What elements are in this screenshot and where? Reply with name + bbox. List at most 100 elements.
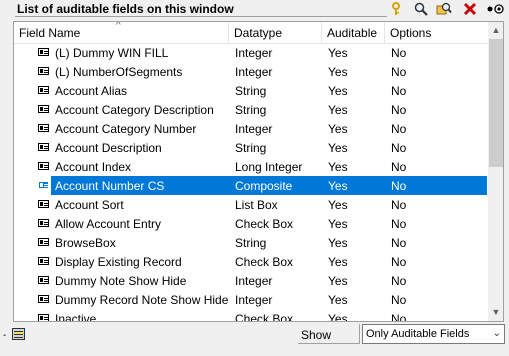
datatype-cell: Integer bbox=[235, 65, 273, 79]
options-cell: No bbox=[391, 103, 407, 117]
column-field-name[interactable]: Field Name bbox=[19, 26, 80, 40]
auditable-fields-list[interactable]: ^ Field Name Datatype Auditable Options … bbox=[13, 21, 504, 322]
window-title: List of auditable fields on this window bbox=[17, 2, 234, 16]
scrollbar-thumb[interactable] bbox=[489, 39, 503, 167]
field-name-cell: Account Category Number bbox=[55, 122, 197, 136]
datatype-cell: Check Box bbox=[235, 255, 294, 269]
field-type-icon bbox=[38, 314, 49, 321]
field-name-cell: Account Index bbox=[55, 160, 132, 174]
datatype-cell: String bbox=[235, 236, 267, 250]
options-cell: No bbox=[391, 160, 407, 174]
options-cell: No bbox=[391, 312, 407, 322]
auditable-cell: Yes bbox=[328, 65, 348, 79]
table-row[interactable]: Account Category Description String Yes No bbox=[14, 100, 488, 119]
options-cell: No bbox=[391, 217, 407, 231]
footer-bar: - Show Only Auditable Fields ⌄ bbox=[0, 322, 509, 356]
field-type-icon bbox=[38, 295, 49, 303]
table-row[interactable]: Allow Account Entry Check Box Yes No bbox=[14, 214, 488, 233]
field-name-cell: Dummy Record Note Show Hide bbox=[55, 293, 229, 307]
magnifier-icon[interactable] bbox=[414, 2, 428, 16]
sort-ascending-icon: ^ bbox=[116, 21, 121, 31]
options-cell: No bbox=[391, 65, 407, 79]
field-rows: (L) Dummy WIN FILL Integer Yes No (L) Number… bbox=[14, 43, 488, 322]
table-row[interactable]: Account Description String Yes No bbox=[14, 138, 488, 157]
field-name-cell: Inactive bbox=[55, 312, 97, 322]
options-cell: No bbox=[391, 274, 407, 288]
scroll-down-icon[interactable]: ▼ bbox=[488, 304, 503, 321]
field-type-icon bbox=[38, 200, 49, 208]
field-name-cell: Account Category Description bbox=[55, 103, 214, 117]
auditable-cell: Yes bbox=[328, 141, 348, 155]
column-options[interactable]: Options bbox=[390, 26, 431, 40]
auditable-cell: Yes bbox=[328, 236, 348, 250]
table-row[interactable]: Account Alias String Yes No bbox=[14, 81, 488, 100]
column-divider[interactable] bbox=[384, 22, 385, 43]
datatype-cell: Integer bbox=[235, 274, 273, 288]
datatype-cell: Check Box bbox=[235, 217, 294, 231]
list-icon[interactable] bbox=[12, 328, 25, 340]
datatype-cell: Integer bbox=[235, 122, 273, 136]
field-type-icon bbox=[38, 219, 49, 227]
table-row[interactable]: Inactive Check Box Yes No bbox=[14, 309, 488, 322]
auditable-cell: Yes bbox=[328, 217, 348, 231]
field-name-cell: Display Existing Record bbox=[55, 255, 182, 269]
show-filter-select[interactable]: Only Auditable Fields ⌄ bbox=[362, 324, 505, 344]
auditable-cell: Yes bbox=[328, 122, 348, 136]
table-row[interactable]: BrowseBox String Yes No bbox=[14, 233, 488, 252]
delete-icon[interactable] bbox=[463, 2, 477, 16]
field-name-cell: Account Alias bbox=[55, 84, 128, 98]
field-type-icon bbox=[38, 276, 49, 284]
options-cell: No bbox=[391, 84, 407, 98]
field-type-icon bbox=[38, 105, 49, 113]
options-cell: No bbox=[391, 293, 407, 307]
auditable-cell: Yes bbox=[328, 312, 348, 322]
auditable-cell: Yes bbox=[328, 179, 348, 193]
table-row[interactable]: Dummy Note Show Hide Integer Yes No bbox=[14, 271, 488, 290]
show-label: Show bbox=[301, 328, 332, 342]
field-name-cell: Allow Account Entry bbox=[55, 217, 162, 231]
datatype-cell: String bbox=[235, 84, 267, 98]
table-row[interactable]: Dummy Record Note Show Hide Integer Yes No bbox=[14, 290, 488, 309]
column-auditable[interactable]: Auditable bbox=[327, 26, 377, 40]
table-row[interactable]: Display Existing Record Check Box Yes No bbox=[14, 252, 488, 271]
header-bar: List of auditable fields on this window bbox=[0, 0, 509, 18]
field-name-cell: BrowseBox bbox=[55, 236, 116, 250]
auditable-cell: Yes bbox=[328, 160, 348, 174]
auditable-cell: Yes bbox=[328, 274, 348, 288]
column-divider[interactable] bbox=[321, 22, 322, 43]
auditable-cell: Yes bbox=[328, 198, 348, 212]
datatype-cell: Integer bbox=[235, 293, 273, 307]
auditable-cell: Yes bbox=[328, 46, 348, 60]
datatype-cell: String bbox=[235, 141, 267, 155]
options-cell: No bbox=[391, 198, 407, 212]
options-cell: No bbox=[391, 179, 407, 193]
footer-dash: - bbox=[3, 330, 7, 341]
key-icon[interactable] bbox=[391, 2, 405, 16]
options-cell: No bbox=[391, 141, 407, 155]
table-row[interactable]: Account Category Number Integer Yes No bbox=[14, 119, 488, 138]
auditable-cell: Yes bbox=[328, 84, 348, 98]
datatype-cell: Composite bbox=[235, 179, 293, 193]
table-row[interactable]: (L) NumberOfSegments Integer Yes No bbox=[14, 62, 488, 81]
options-cell: No bbox=[391, 236, 407, 250]
scroll-up-icon[interactable]: ▲ bbox=[488, 22, 503, 39]
title-divider bbox=[15, 16, 387, 17]
toggle-icon[interactable] bbox=[485, 2, 505, 16]
show-filter-value: Only Auditable Fields bbox=[366, 328, 470, 340]
field-name-cell: Account Description bbox=[55, 141, 162, 155]
find-icon[interactable] bbox=[436, 2, 452, 16]
datatype-cell: List Box bbox=[235, 198, 278, 212]
column-datatype[interactable]: Datatype bbox=[234, 26, 282, 40]
table-row[interactable]: Account Sort List Box Yes No bbox=[14, 195, 488, 214]
field-name-cell: Account Number CS bbox=[55, 179, 165, 193]
field-name-cell: (L) NumberOfSegments bbox=[55, 65, 183, 79]
chevron-down-icon[interactable]: ⌄ bbox=[493, 328, 501, 339]
field-name-cell: Account Sort bbox=[55, 198, 124, 212]
table-row[interactable]: (L) Dummy WIN FILL Integer Yes No bbox=[14, 43, 488, 62]
datatype-cell: String bbox=[235, 103, 267, 117]
table-row[interactable]: Account Number CS Composite Yes No bbox=[14, 176, 488, 195]
field-type-icon bbox=[38, 181, 49, 189]
vertical-scrollbar[interactable]: ▲ ▼ bbox=[488, 22, 503, 321]
table-row[interactable]: Account Index Long Integer Yes No bbox=[14, 157, 488, 176]
column-divider[interactable] bbox=[228, 22, 229, 43]
